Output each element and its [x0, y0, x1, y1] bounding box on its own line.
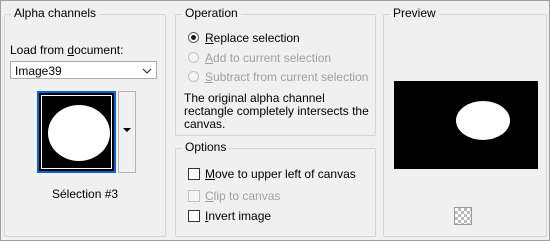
transparency-checker-icon[interactable] — [454, 207, 472, 225]
clip-to-canvas-label[interactable]: Clip to canvas — [205, 189, 280, 203]
document-dropdown-value: Image39 — [15, 64, 62, 78]
invert-image-label[interactable]: Invert image — [205, 209, 271, 223]
operation-info-text: The original alpha channel rectangle com… — [184, 91, 369, 131]
move-to-upper-left-label[interactable]: Move to upper left of canvas — [205, 167, 356, 181]
chevron-down-icon — [142, 65, 152, 79]
preview-canvas — [394, 81, 538, 169]
options-title: Options — [182, 140, 230, 154]
thumbnail-dropdown-button[interactable] — [118, 91, 136, 173]
preview-ellipse — [456, 101, 510, 140]
operation-title: Operation — [182, 6, 241, 20]
add-to-selection-label[interactable]: Add to current selection — [205, 51, 331, 65]
dropdown-arrow-icon — [123, 128, 131, 132]
alpha-channel-thumbnail[interactable] — [37, 91, 116, 173]
thumbnail-ellipse — [48, 105, 110, 161]
alpha-channels-title: Alpha channels — [11, 6, 100, 20]
load-from-document-label: Load from document: — [10, 43, 124, 57]
clip-to-canvas-checkbox[interactable] — [188, 190, 200, 202]
preview-title: Preview — [390, 6, 439, 20]
invert-image-checkbox[interactable] — [188, 210, 200, 222]
replace-selection-radio[interactable] — [188, 32, 199, 43]
add-to-selection-radio[interactable] — [188, 52, 199, 63]
replace-selection-label[interactable]: Replace selection — [205, 31, 300, 45]
selection-caption: Sélection #3 — [52, 187, 119, 201]
document-dropdown[interactable]: Image39 — [10, 61, 157, 79]
subtract-from-selection-label[interactable]: Subtract from current selection — [205, 70, 368, 84]
subtract-from-selection-radio[interactable] — [188, 71, 199, 82]
move-to-upper-left-checkbox[interactable] — [188, 168, 200, 180]
